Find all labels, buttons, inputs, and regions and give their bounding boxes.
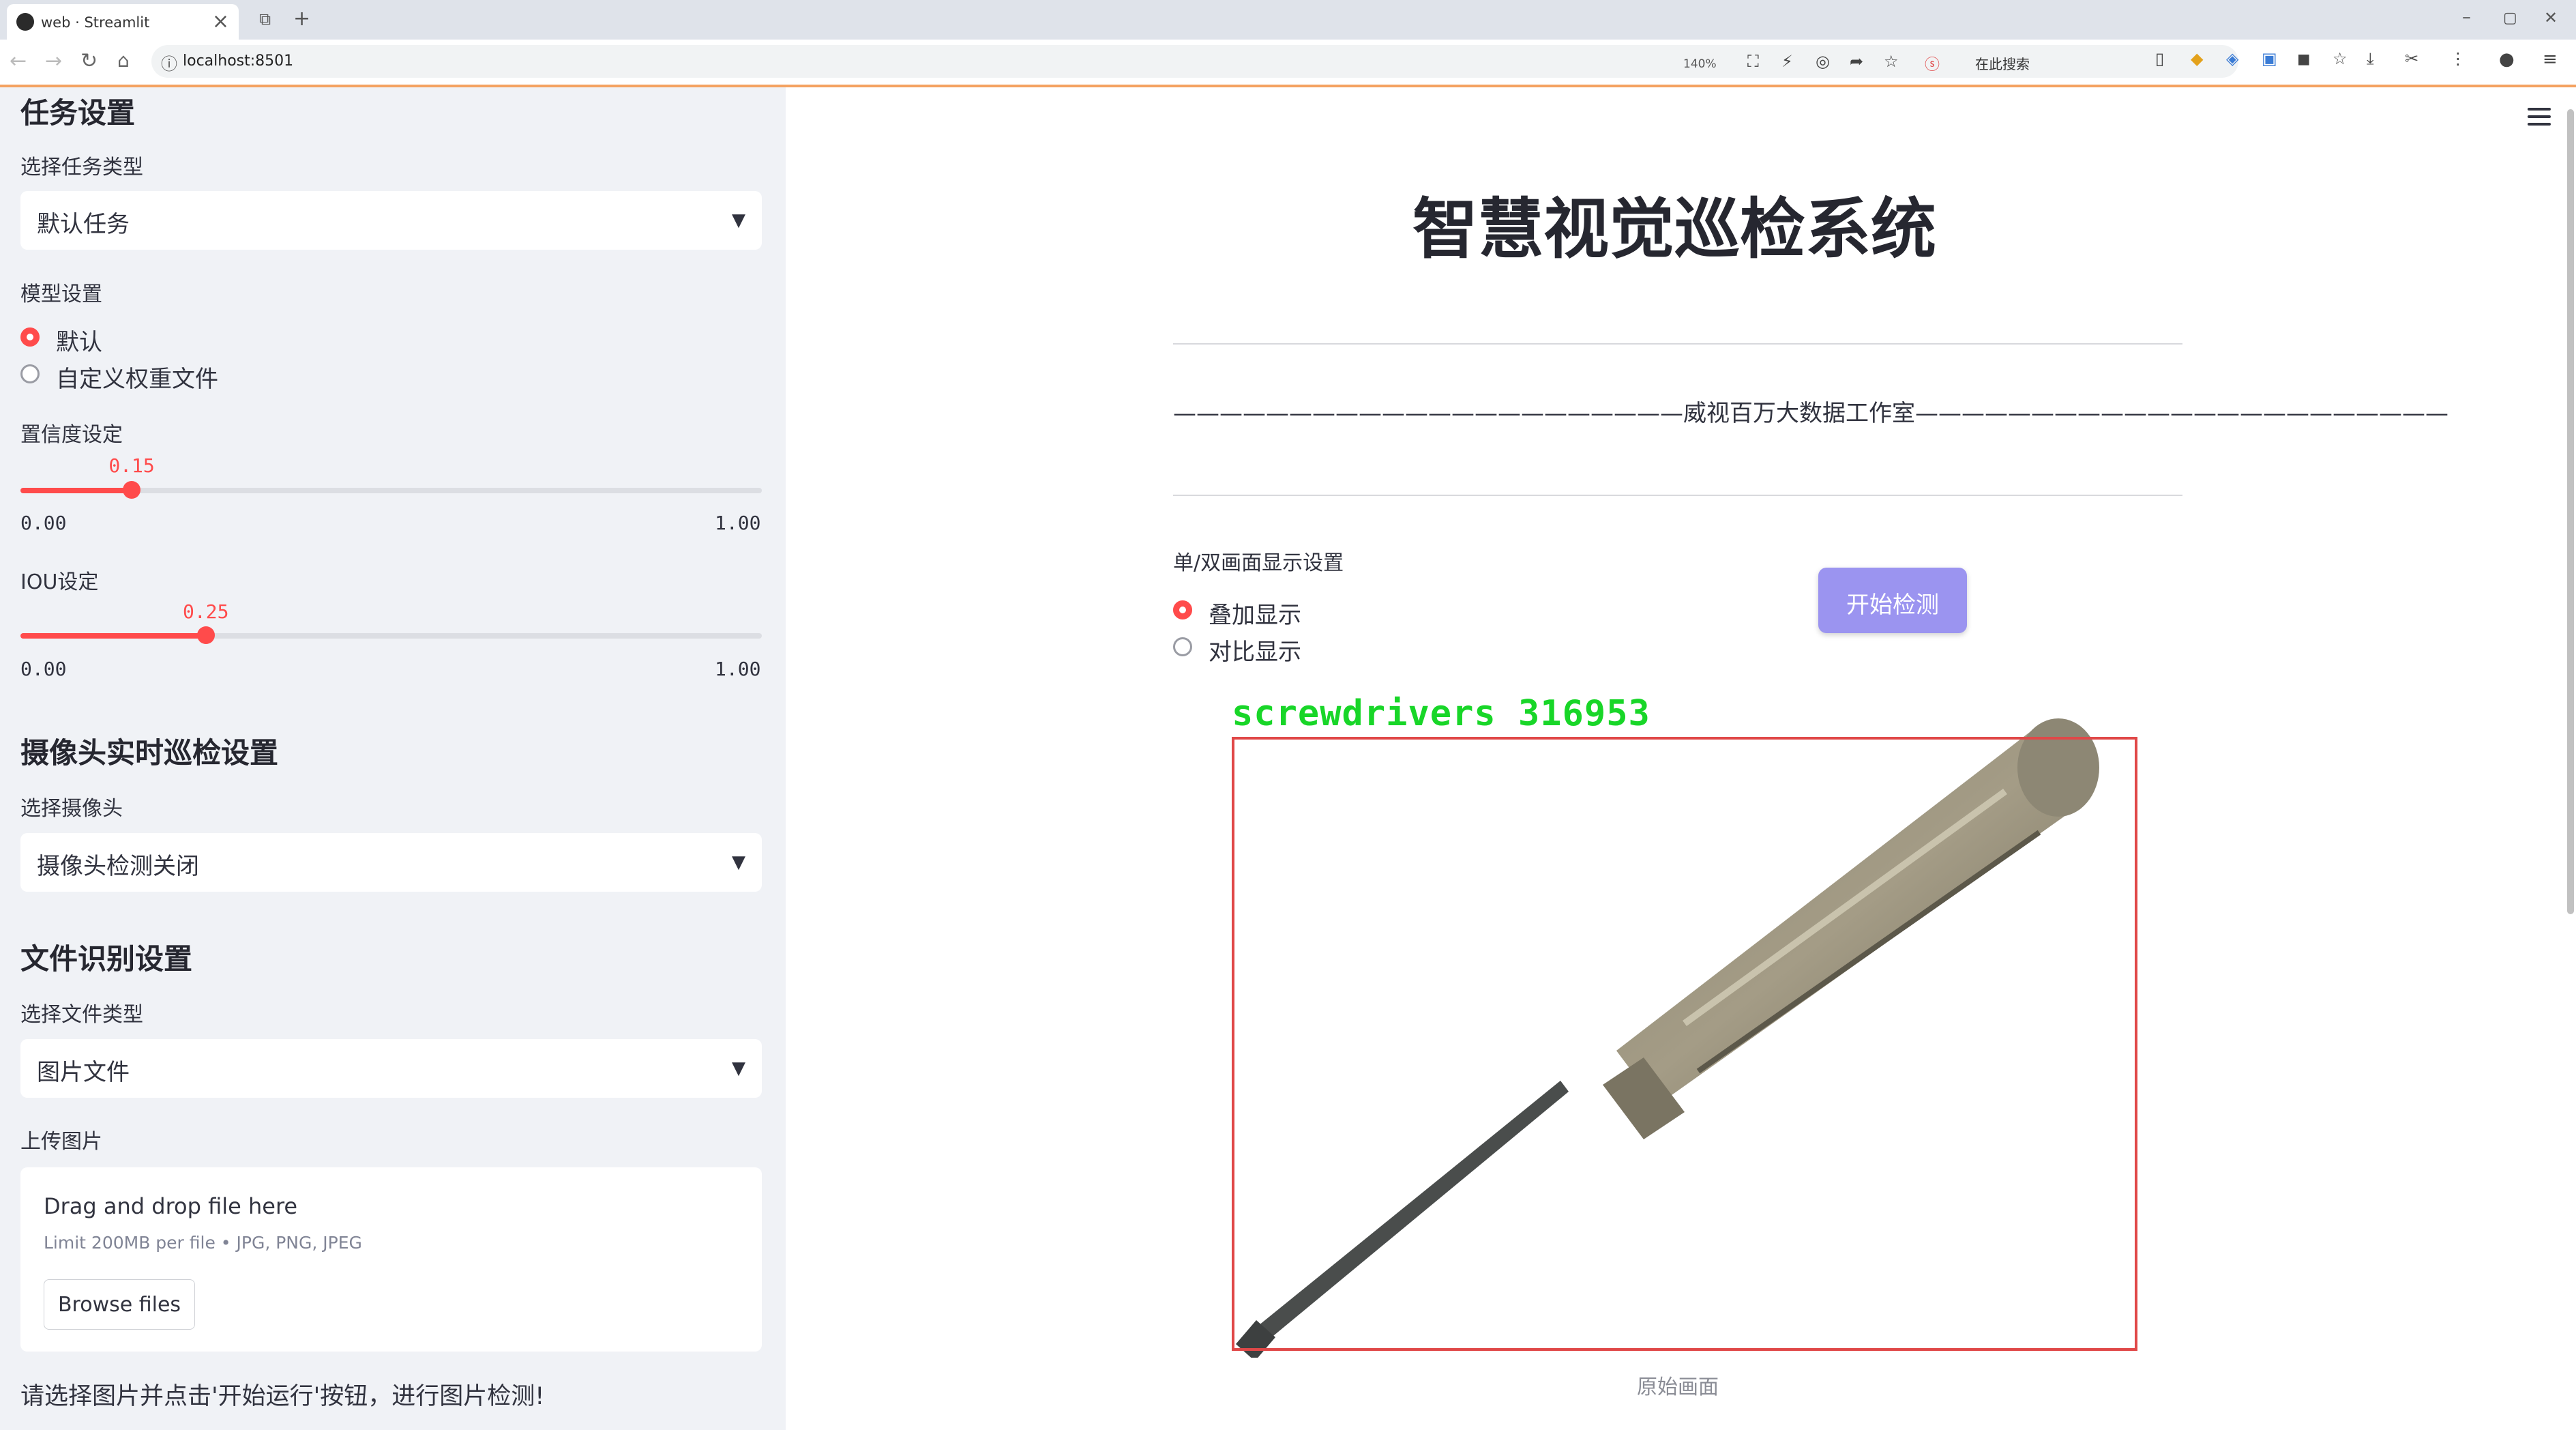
bookmark-star-icon[interactable]: ☆ [1884,52,1899,71]
screenshot-icon[interactable]: ◎ [1816,52,1830,71]
home-icon[interactable]: ⌂ [117,49,130,72]
new-tab-button[interactable]: + [293,7,310,31]
zoom-level[interactable]: 140% [1683,57,1717,71]
lightning-icon[interactable]: ⚡ [1781,52,1793,71]
tab-close-icon[interactable]: × [212,10,229,33]
upload-title: Drag and drop file here [44,1193,298,1219]
reload-icon[interactable]: ↻ [80,49,98,73]
tab-title: web · Streamlit [41,14,150,31]
file-type-select[interactable]: 图片文件 ▼ [20,1039,762,1098]
minimize-button[interactable]: – [2462,7,2471,27]
tab-group-icon[interactable]: ⧉ [259,10,271,29]
iou-fill [20,633,206,639]
upload-limit: Limit 200MB per file • JPG, PNG, JPEG [44,1233,362,1253]
detection-box [1232,737,2137,1351]
sidebar-note: 请选择图片并点击'开始运行'按钮，进行图片检测! [20,1383,545,1410]
task-heading: 任务设置 [20,96,136,130]
divider-top [1173,343,2182,345]
camera-label: 选择摄像头 [20,797,123,821]
start-detection-label: 开始检测 [1846,592,1939,619]
display-mode-label: 单/双画面显示设置 [1173,551,1344,575]
divider-bottom [1173,495,2182,496]
radio-selected-icon [1173,600,1192,619]
browse-files-label: Browse files [57,1293,181,1317]
browser-tab[interactable]: web · Streamlit × [7,4,239,40]
task-type-select[interactable]: 默认任务 ▼ [20,191,762,250]
browse-files-button[interactable]: Browse files [44,1279,195,1330]
back-icon[interactable]: ← [10,49,27,73]
site-info-icon[interactable]: ⓘ [161,50,177,74]
confidence-fill [20,488,132,493]
url-field[interactable]: ⓘ localhost:8501 140% ⛶ ⚡ ◎ ➦ ☆ ⓢ 在此搜索 [151,45,2238,78]
extension-3-icon[interactable]: ▣ [2262,49,2277,68]
file-type-value: 图片文件 [37,1059,130,1086]
forward-icon[interactable]: → [45,49,62,73]
display-option-compare: 对比显示 [1209,639,1301,666]
browser-menu-icon[interactable]: ≡ [2543,49,2558,70]
menu-icon[interactable] [2528,108,2551,130]
favorites-icon[interactable]: ☆ [2333,49,2348,68]
detection-label: screwdrivers 316953 [1232,693,1650,734]
maximize-button[interactable]: ▢ [2503,10,2517,27]
confidence-slider[interactable] [20,481,762,499]
file-uploader[interactable]: Drag and drop file here Limit 200MB per … [20,1167,762,1352]
search-engine-icon[interactable]: ⓢ [1925,53,1940,74]
camera-heading: 摄像头实时巡检设置 [20,736,279,770]
camera-select[interactable]: 摄像头检测关闭 ▼ [20,833,762,892]
dropdown-arrow-icon: ▼ [732,852,745,873]
confidence-max: 1.00 [715,512,761,534]
download-icon[interactable]: ⤓ [2367,49,2374,68]
translate-icon[interactable]: ⛶ [1747,52,1759,71]
radio-unselected-icon [1173,637,1192,656]
extension-4-icon[interactable]: ◼ [2297,49,2311,68]
address-bar-row: ← → ↻ ⌂ ⓘ localhost:8501 140% ⛶ ⚡ ◎ ➦ ☆ … [0,40,2576,85]
task-type-label: 选择任务类型 [20,156,143,179]
scissors-icon[interactable]: ✂ [2405,49,2418,68]
extension-2-icon[interactable]: ◈ [2226,49,2238,68]
studio-banner: ——————————————————————威视百万大数据工作室————————… [1173,400,2448,427]
iou-slider[interactable] [20,626,762,644]
more-icon[interactable]: ⋮ [2450,49,2466,68]
iou-min: 0.00 [20,658,67,680]
model-label: 模型设置 [20,282,102,306]
iou-thumb[interactable] [196,626,215,644]
extension-1-icon[interactable]: ◆ [2191,49,2203,68]
iou-value: 0.25 [183,600,229,623]
confidence-value: 0.15 [108,454,155,477]
url-text: localhost:8501 [183,53,294,70]
scrollbar[interactable] [2567,109,2574,914]
profile-avatar-icon[interactable]: ● [2499,49,2515,70]
confidence-label: 置信度设定 [20,423,123,447]
confidence-min: 0.00 [20,512,67,534]
reader-icon[interactable]: ▯ [2155,49,2164,68]
page-title: 智慧视觉巡检系统 [1412,191,1936,267]
model-option-default: 默认 [56,329,102,356]
close-window-button[interactable]: ✕ [2544,8,2558,27]
iou-label: IOU设定 [20,570,99,594]
share-icon[interactable]: ➦ [1850,52,1863,71]
search-box-label[interactable]: 在此搜索 [1975,53,2030,73]
start-detection-button[interactable]: 开始检测 [1818,568,1967,633]
streamlit-logo-icon [16,13,34,31]
upload-label: 上传图片 [20,1130,102,1154]
radio-unselected-icon [20,364,40,383]
model-option-custom: 自定义权重文件 [56,366,218,393]
dropdown-arrow-icon: ▼ [732,1058,745,1079]
file-heading: 文件识别设置 [20,942,193,976]
display-option-overlay: 叠加显示 [1209,602,1301,629]
image-caption: 原始画面 [1637,1375,1719,1399]
camera-value: 摄像头检测关闭 [37,853,199,880]
file-type-label: 选择文件类型 [20,1003,143,1027]
confidence-thumb[interactable] [123,481,141,499]
dropdown-arrow-icon: ▼ [732,210,745,231]
task-type-value: 默认任务 [37,211,130,238]
radio-selected-icon [20,327,40,347]
browser-tab-bar: web · Streamlit × ⧉ + – ▢ ✕ [0,0,2576,40]
iou-max: 1.00 [715,658,761,680]
